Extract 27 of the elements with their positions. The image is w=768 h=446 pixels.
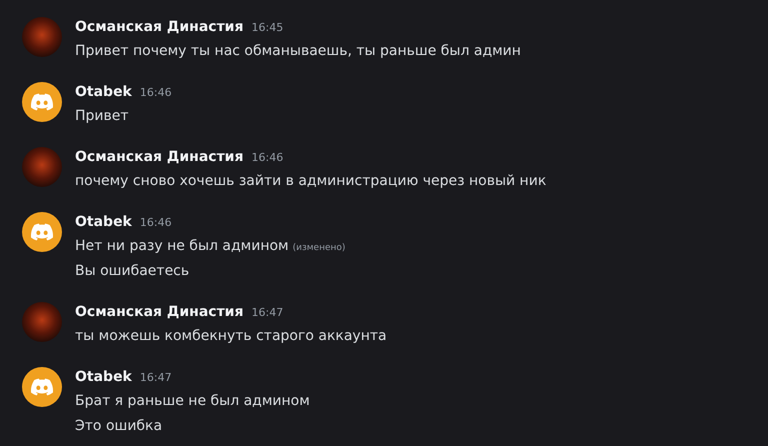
username[interactable]: Османская Династия — [75, 17, 244, 37]
timestamp: 16:47 — [140, 370, 172, 386]
timestamp: 16:46 — [140, 215, 172, 231]
username[interactable]: Otabek — [75, 212, 132, 232]
message-text: Брат я раньше не был админом — [75, 392, 310, 411]
timestamp: 16:46 — [252, 150, 284, 166]
edited-label: (изменено) — [292, 242, 346, 255]
timestamp: 16:45 — [252, 20, 284, 36]
message-text: почему сново хочешь зайти в администрацию через новый ник — [75, 172, 546, 191]
username[interactable]: Otabek — [75, 82, 132, 102]
message-text: Привет — [75, 107, 129, 126]
message-text: Это ошибка — [75, 417, 162, 436]
avatar-photo-placeholder[interactable] — [22, 147, 62, 187]
avatar[interactable] — [22, 367, 62, 407]
avatar[interactable] — [22, 82, 62, 122]
message-text: Нет ни разу не был админом — [75, 237, 289, 256]
avatar-photo-placeholder[interactable] — [22, 17, 62, 57]
avatar-photo-placeholder[interactable] — [22, 302, 62, 342]
message-text: Привет почему ты нас обманываешь, ты раньше был админ — [75, 42, 521, 61]
timestamp: 16:47 — [252, 305, 284, 321]
username[interactable]: Otabek — [75, 367, 132, 387]
avatar[interactable] — [22, 212, 62, 252]
username[interactable]: Османская Династия — [75, 302, 244, 322]
username[interactable]: Османская Династия — [75, 147, 244, 167]
timestamp: 16:46 — [140, 85, 172, 101]
message-text: ты можешь комбекнуть старого аккаунта — [75, 327, 387, 346]
message-text: Вы ошибаетесь — [75, 262, 190, 281]
